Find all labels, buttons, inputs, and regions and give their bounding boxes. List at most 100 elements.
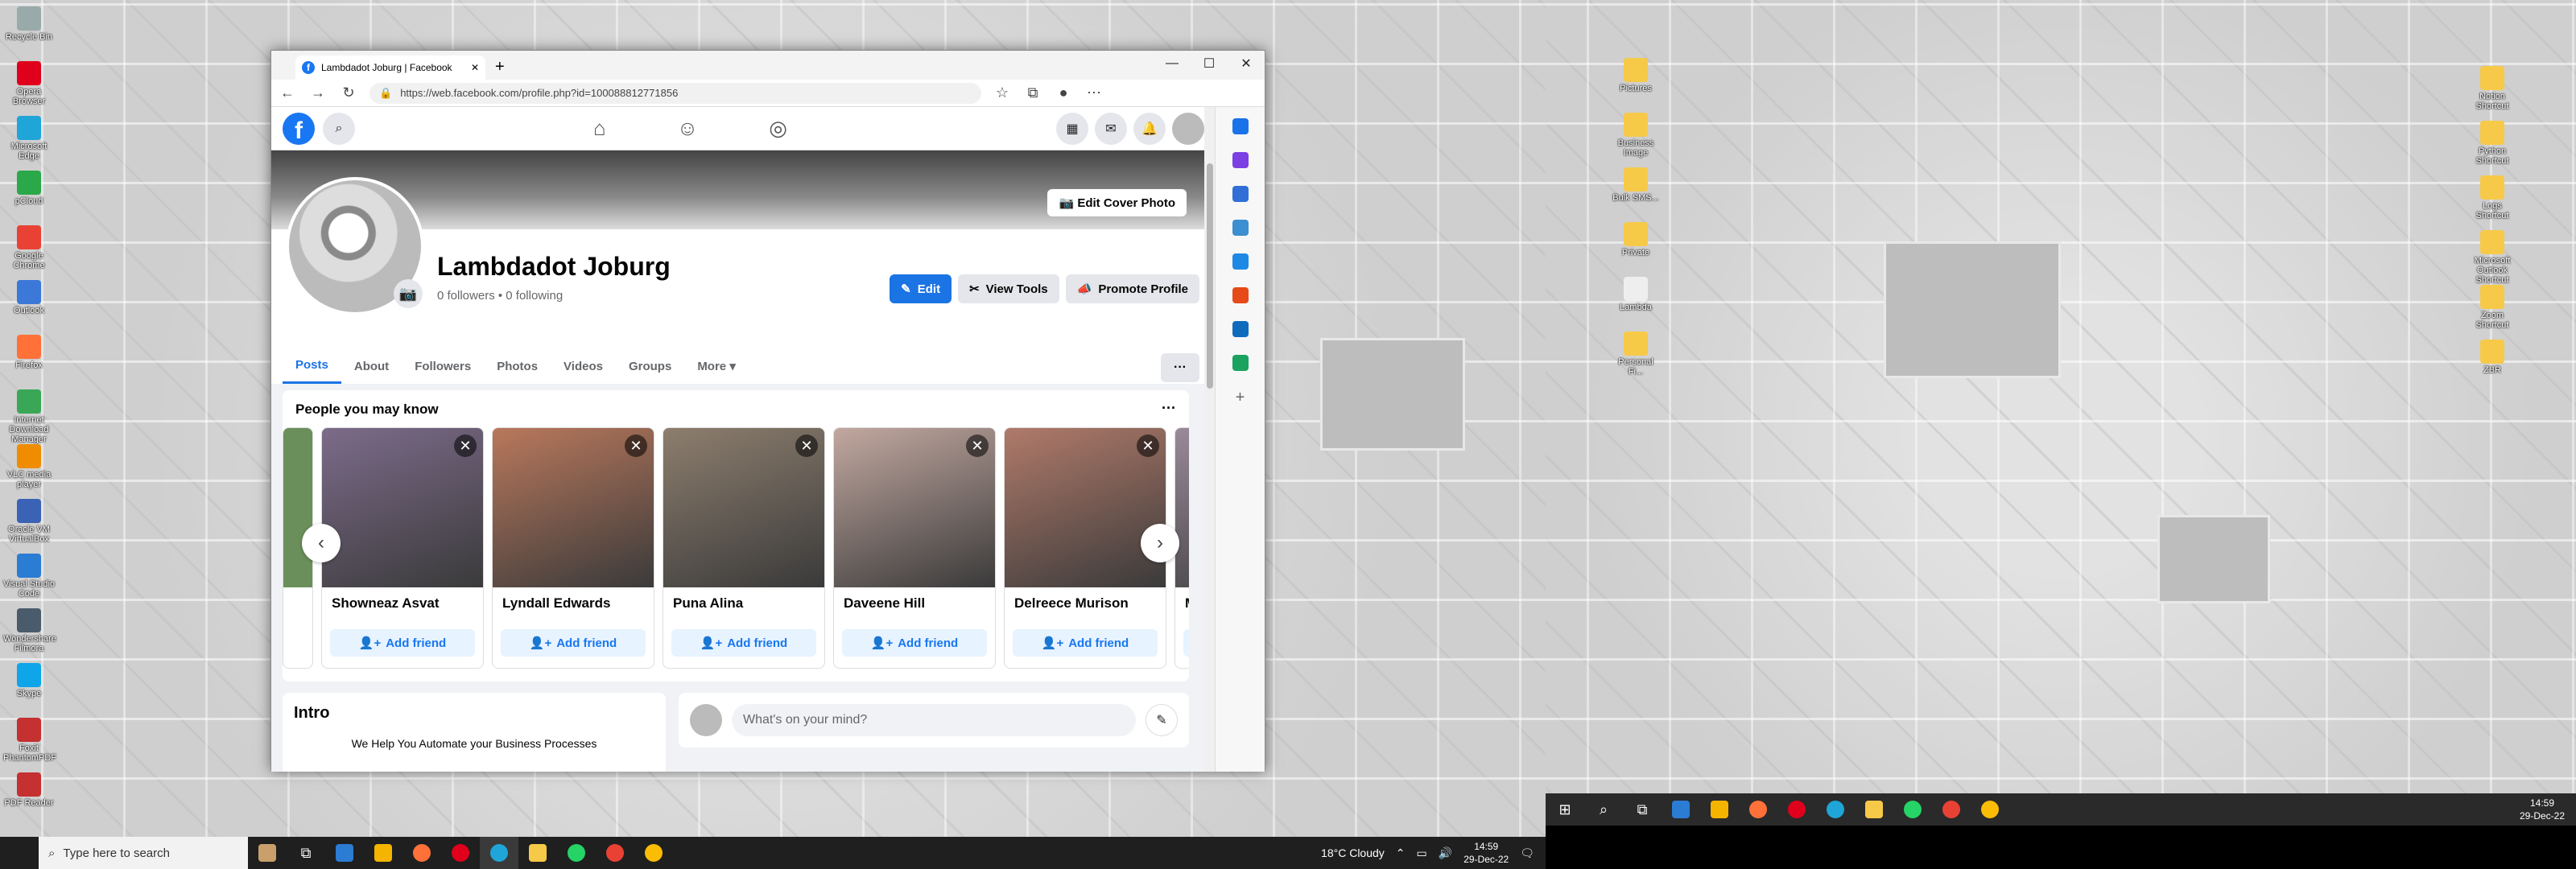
- sidebar-search-icon[interactable]: [1232, 118, 1249, 134]
- edit-cover-photo-button[interactable]: 📷 Edit Cover Photo: [1047, 189, 1187, 216]
- desktop-icon[interactable]: Lambda: [1610, 277, 1662, 312]
- task-view-icon[interactable]: ⧉: [1623, 793, 1662, 826]
- desktop-icon[interactable]: ZBR: [2467, 340, 2518, 375]
- mail-icon[interactable]: [325, 837, 364, 869]
- dismiss-icon[interactable]: ✕: [454, 434, 477, 457]
- edge-icon[interactable]: [480, 837, 518, 869]
- desktop-icon[interactable]: Wondershare Filmora: [3, 608, 56, 653]
- sidebar-add-icon[interactable]: +: [1232, 389, 1249, 406]
- profile-tab[interactable]: Groups: [616, 348, 684, 384]
- profile-tab[interactable]: Posts: [283, 348, 341, 384]
- profile-avatar-icon[interactable]: ●: [1054, 84, 1073, 101]
- desktop-icon[interactable]: Microsoft Edge: [3, 116, 55, 161]
- edit-profile-button[interactable]: ✎ Edit: [890, 274, 952, 303]
- groups-icon[interactable]: ◎: [769, 116, 787, 141]
- view-tools-button[interactable]: ✂ View Tools: [958, 274, 1059, 303]
- sidebar-drop-icon[interactable]: [1232, 355, 1249, 371]
- desktop-icon[interactable]: Visual Studio Code: [3, 554, 55, 599]
- chrome-icon[interactable]: [596, 837, 634, 869]
- person-name[interactable]: Puna Alina: [663, 587, 824, 620]
- close-tab-icon[interactable]: ✕: [471, 62, 479, 73]
- news-widget-icon[interactable]: [248, 837, 287, 869]
- desktop-icon[interactable]: Internet Download Manager: [3, 389, 55, 444]
- desktop-icon[interactable]: Oracle VM VirtualBox: [3, 499, 55, 544]
- desktop-icon[interactable]: Foxit PhantomPDF: [3, 718, 56, 763]
- task-view-icon[interactable]: ⧉: [287, 837, 325, 869]
- desktop-icon[interactable]: Microsoft Outlook Shortcut: [2467, 230, 2518, 285]
- friends-icon[interactable]: ☺: [677, 116, 699, 141]
- profile-more-dots[interactable]: ···: [1161, 353, 1199, 382]
- person-name[interactable]: Ma: [1175, 587, 1189, 620]
- store-icon[interactable]: [1700, 793, 1739, 826]
- whatsapp-icon[interactable]: [557, 837, 596, 869]
- url-bar[interactable]: 🔒 https://web.facebook.com/profile.php?i…: [369, 82, 981, 104]
- desktop-icon[interactable]: Outlook: [3, 280, 55, 315]
- sidebar-tools-icon[interactable]: [1232, 220, 1249, 236]
- firefox-icon[interactable]: [1739, 793, 1777, 826]
- desktop-icon[interactable]: Personal Fi...: [1610, 332, 1662, 377]
- sidebar-outlook-icon[interactable]: [1232, 321, 1249, 337]
- sidebar-games-icon[interactable]: [1232, 253, 1249, 270]
- profile-tab[interactable]: More ▾: [684, 348, 749, 384]
- sidebar-sparkle-icon[interactable]: [1232, 152, 1249, 168]
- desktop-icon[interactable]: PDF Reader: [3, 772, 55, 808]
- chrome-icon[interactable]: [1932, 793, 1971, 826]
- dismiss-icon[interactable]: ✕: [625, 434, 647, 457]
- edge-icon[interactable]: [1816, 793, 1855, 826]
- desktop-icon[interactable]: Zoom Shortcut: [2467, 285, 2518, 330]
- close-window-button[interactable]: ✕: [1228, 51, 1265, 76]
- collections-icon[interactable]: ⧉: [1023, 84, 1042, 101]
- menu-dots-icon[interactable]: ⋯: [1084, 84, 1104, 101]
- profile-tab[interactable]: Followers: [402, 348, 484, 384]
- carousel-next-button[interactable]: ›: [1141, 524, 1179, 562]
- notifications-icon[interactable]: 🔔: [1133, 112, 1166, 145]
- desktop-icon[interactable]: Logs Shortcut: [2467, 175, 2518, 220]
- sidebar-shopping-icon[interactable]: [1232, 186, 1249, 202]
- add-friend-button[interactable]: 👤+Add friend: [1013, 629, 1158, 657]
- chrome-profile-icon[interactable]: [634, 837, 673, 869]
- home-icon[interactable]: ⌂: [593, 116, 606, 141]
- person-name[interactable]: Delreece Murison: [1005, 587, 1166, 620]
- dismiss-icon[interactable]: ✕: [795, 434, 818, 457]
- favorite-icon[interactable]: ☆: [993, 84, 1012, 101]
- desktop-icon[interactable]: pCloud: [3, 171, 55, 206]
- back-icon[interactable]: ←: [278, 84, 297, 101]
- store-icon[interactable]: [364, 837, 402, 869]
- search-icon[interactable]: ⌕: [1584, 793, 1623, 826]
- minimize-button[interactable]: —: [1154, 51, 1191, 76]
- menu-grid-icon[interactable]: ▦: [1056, 112, 1088, 145]
- desktop-icon[interactable]: Python Shortcut: [2467, 121, 2518, 166]
- whatsapp-icon[interactable]: [1893, 793, 1932, 826]
- dismiss-icon[interactable]: ✕: [1137, 434, 1159, 457]
- add-friend-button[interactable]: 👤+Add friend: [330, 629, 475, 657]
- desktop-icon[interactable]: Firefox: [3, 335, 55, 370]
- desktop-icon[interactable]: Recycle Bin: [3, 6, 55, 42]
- dismiss-icon[interactable]: ✕: [966, 434, 989, 457]
- add-friend-button[interactable]: 👤+Add friend: [1183, 629, 1189, 657]
- account-avatar[interactable]: [1172, 112, 1204, 145]
- desktop-icon[interactable]: Notion Shortcut: [2467, 66, 2518, 111]
- file-explorer-icon[interactable]: [518, 837, 557, 869]
- profile-tab[interactable]: About: [341, 348, 402, 384]
- profile-tab[interactable]: Photos: [484, 348, 551, 384]
- taskbar-search[interactable]: ⌕ Type here to search: [39, 837, 248, 869]
- profile-tab[interactable]: Videos: [551, 348, 616, 384]
- sidebar-office-icon[interactable]: [1232, 287, 1249, 303]
- desktop-icon[interactable]: VLC media player: [3, 444, 55, 489]
- volume-icon[interactable]: 🔊: [1439, 846, 1452, 860]
- desktop-icon[interactable]: Skype: [3, 663, 55, 698]
- compose-edit-icon[interactable]: ✎: [1146, 704, 1178, 736]
- mail-icon[interactable]: [1662, 793, 1700, 826]
- composer-input[interactable]: What's on your mind?: [732, 704, 1136, 736]
- carousel-prev-button[interactable]: ‹: [302, 524, 341, 562]
- person-name[interactable]: Showneaz Asvat: [322, 587, 483, 620]
- tray-chevron-icon[interactable]: ⌃: [1396, 846, 1406, 860]
- network-icon[interactable]: ▭: [1417, 846, 1427, 860]
- desktop-icon[interactable]: Private: [1610, 222, 1662, 257]
- desktop-icon[interactable]: Google Chrome: [3, 225, 55, 270]
- maximize-button[interactable]: ☐: [1191, 51, 1228, 76]
- desktop-icon[interactable]: Pictures: [1610, 58, 1662, 93]
- notification-center-icon[interactable]: 🗨: [1520, 846, 1534, 860]
- search-icon[interactable]: ⌕: [323, 112, 355, 145]
- messenger-icon[interactable]: ✉: [1095, 112, 1127, 145]
